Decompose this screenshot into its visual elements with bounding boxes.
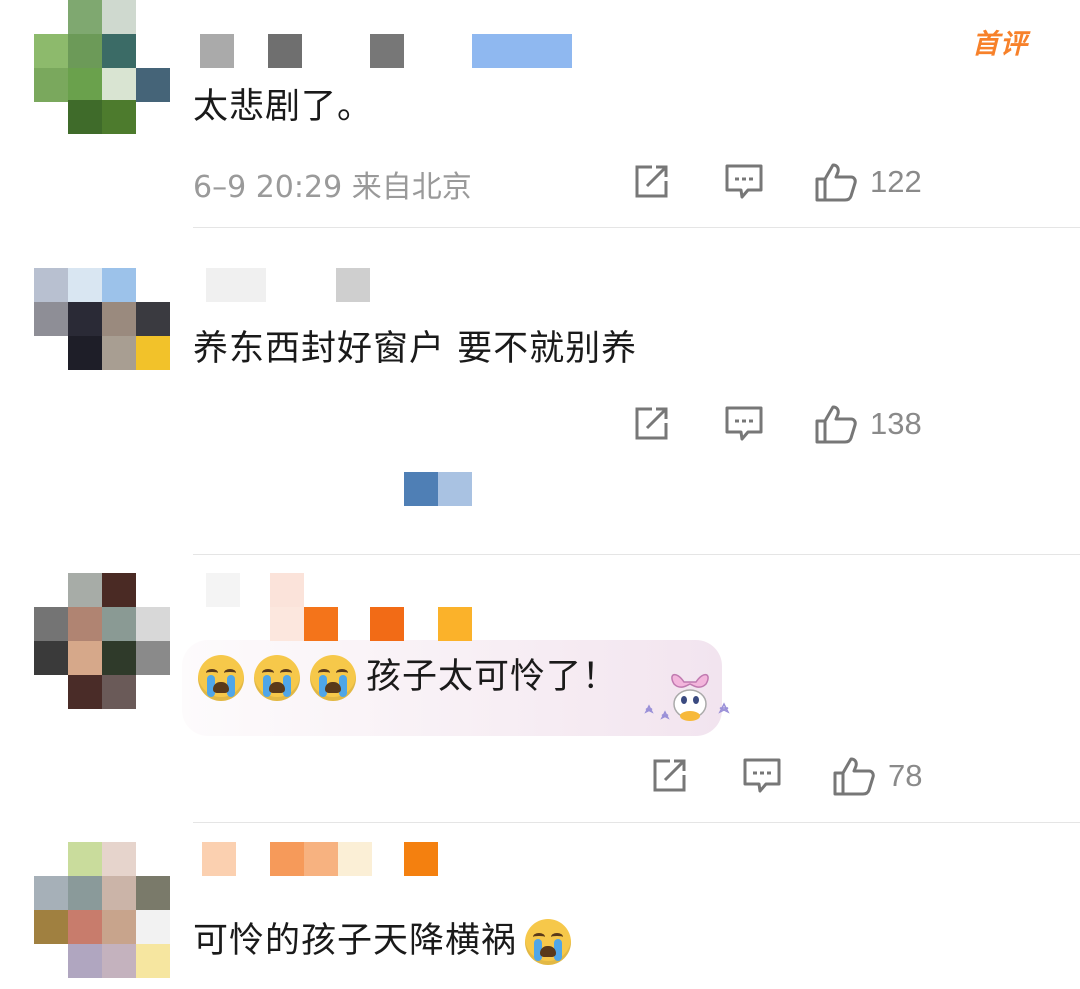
comment-icon xyxy=(725,164,763,199)
username-masked[interactable] xyxy=(196,573,636,641)
divider xyxy=(193,822,1080,823)
comment-actions: 138 xyxy=(620,402,1040,446)
share-button[interactable] xyxy=(632,402,670,446)
like-button[interactable]: 122 xyxy=(814,160,922,204)
crying-face-emoji xyxy=(254,655,300,701)
comment-text-row: 可怜的孩子天降横祸 xyxy=(193,918,581,965)
reply-button[interactable] xyxy=(742,754,782,798)
like-button[interactable]: 78 xyxy=(832,754,922,798)
reply-button[interactable] xyxy=(724,160,764,204)
divider xyxy=(193,554,1080,555)
comment-text: 孩子太可怜了！ xyxy=(366,657,619,697)
crying-face-emoji xyxy=(310,655,356,701)
share-button[interactable] xyxy=(632,160,670,204)
avatar[interactable] xyxy=(34,842,170,978)
reply-button[interactable] xyxy=(724,402,764,446)
comment-actions: 122 xyxy=(620,160,1040,204)
avatar[interactable] xyxy=(34,0,170,134)
like-count: 122 xyxy=(870,164,922,199)
first-comment-badge: 首评 xyxy=(972,29,1028,60)
comment-meta: 6–9 20:29 来自北京 xyxy=(193,170,472,205)
comment-text: 养东西封好窗户 要不就别养 xyxy=(193,329,638,369)
daisy-duck-sticker xyxy=(644,673,730,721)
like-button[interactable]: 138 xyxy=(814,402,922,446)
like-icon xyxy=(833,757,875,796)
crying-face-emoji xyxy=(525,919,572,965)
divider xyxy=(193,227,1080,228)
share-icon xyxy=(635,165,668,198)
like-icon xyxy=(815,163,857,202)
username-masked[interactable] xyxy=(196,268,636,308)
comment-icon xyxy=(743,758,781,793)
comment-text-row: 孩子太可怜了！ xyxy=(198,654,618,701)
crying-face-emoji xyxy=(198,655,244,701)
avatar[interactable] xyxy=(34,268,170,402)
username-masked[interactable] xyxy=(196,34,636,74)
comment-text: 可怜的孩子天降横祸 xyxy=(193,921,518,961)
like-icon xyxy=(815,405,857,444)
comment-icon xyxy=(725,406,763,441)
like-count: 78 xyxy=(888,758,923,793)
comment-actions: 78 xyxy=(620,754,1040,798)
avatar[interactable] xyxy=(34,573,170,709)
share-icon xyxy=(635,407,668,440)
username-masked[interactable] xyxy=(196,842,636,882)
like-count: 138 xyxy=(870,406,922,441)
share-icon xyxy=(653,759,686,792)
comment-text: 太悲剧了。 xyxy=(193,87,374,127)
reply-author-masked[interactable] xyxy=(404,472,472,506)
share-button[interactable] xyxy=(650,754,688,798)
